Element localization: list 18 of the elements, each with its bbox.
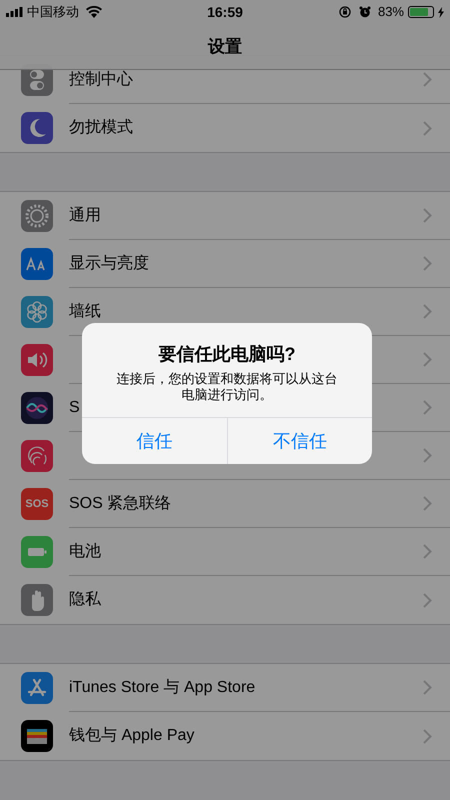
screen-title: 设置 [208, 36, 242, 58]
alert-message: 连接后，您的设置和数据将可以从这台电脑进行访问。 [116, 371, 338, 403]
row-label: 钱包与 Apple Pay [69, 726, 194, 746]
row-label: 通用 [69, 206, 101, 226]
row-label: 勿扰模式 [69, 118, 133, 138]
carrier-name: 中国移动 [27, 3, 79, 22]
sos-icon: SOS [21, 488, 53, 520]
alert-title: 要信任此电脑吗? [158, 343, 296, 366]
row-label: iTunes Store 与 App Store [69, 678, 256, 698]
row-label: 墙纸 [69, 302, 101, 322]
row-label: 电池 [69, 542, 101, 562]
status-time: 16:59 [207, 2, 243, 22]
battery-percent: 83% [378, 3, 404, 22]
row-label: S [69, 398, 80, 418]
row-label: 隐私 [69, 590, 101, 610]
row-label: SOS 紧急联络 [69, 494, 172, 514]
row-label: 显示与亮度 [69, 254, 149, 274]
row-label: 控制中心 [69, 70, 133, 90]
